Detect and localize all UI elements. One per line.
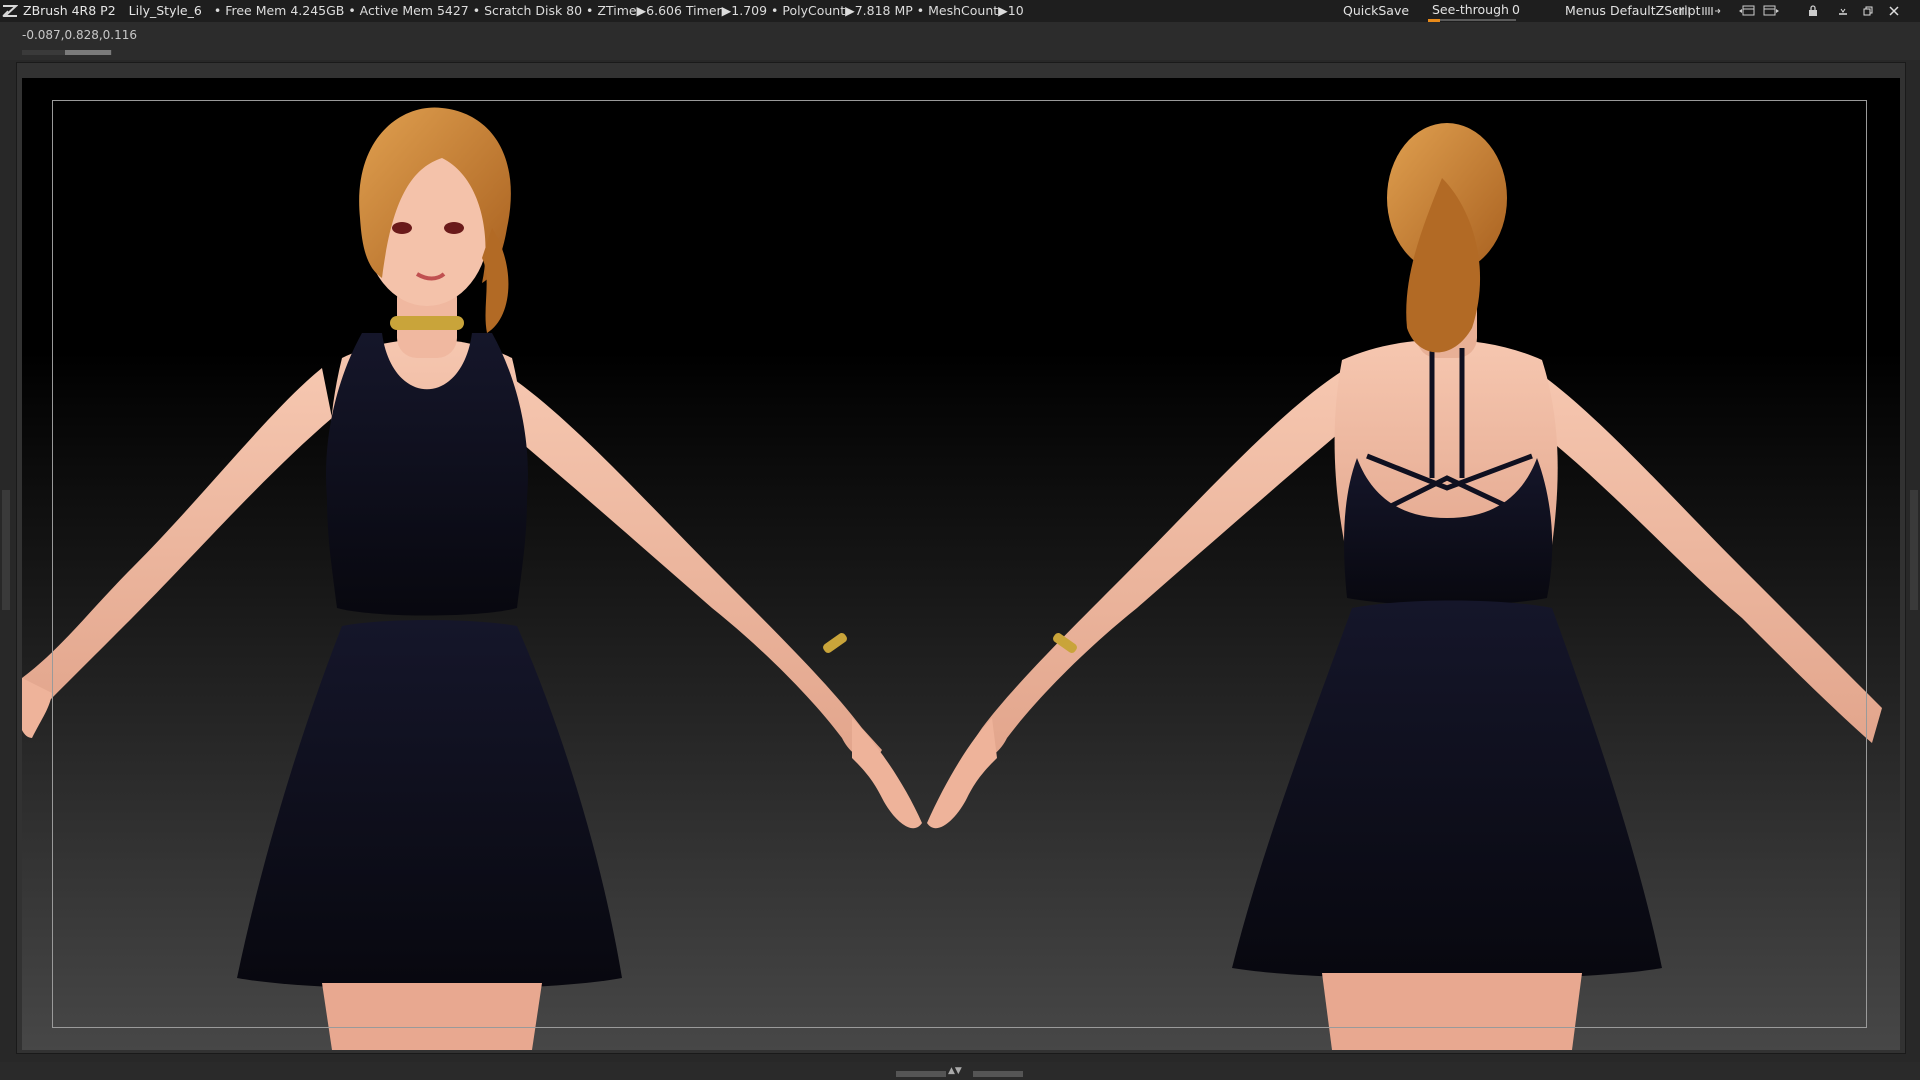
alternate-layout-icon[interactable]: [1760, 3, 1782, 19]
expand-tray-icon[interactable]: [1700, 3, 1722, 19]
bottom-tray-toggle-icon[interactable]: ▲▼: [948, 1066, 962, 1076]
left-tray-tab[interactable]: [2, 490, 10, 610]
info-slider-knob[interactable]: [65, 50, 111, 55]
restore-icon[interactable]: [1860, 3, 1876, 19]
see-through-label: See-through: [1432, 2, 1509, 17]
info-slider[interactable]: [22, 50, 112, 55]
memory-stats: • Free Mem 4.245GB • Active Mem 5427 • S…: [213, 3, 1024, 18]
bottom-tray-grip-left[interactable]: [896, 1071, 946, 1077]
bottom-tray-grip-right[interactable]: [973, 1071, 1023, 1077]
zbrush-logo-icon[interactable]: [2, 0, 20, 22]
menus-button[interactable]: Menus: [1565, 0, 1606, 22]
document-name: Lily_Style_6: [128, 3, 202, 18]
title-bar-left: ZBrush 4R8 P2 Lily_Style_6 • Free Mem 4.…: [0, 0, 1024, 22]
see-through-value: 0: [1512, 2, 1520, 17]
app-name: ZBrush 4R8 P2: [23, 3, 116, 18]
info-bar: -0.087,0.828,0.116: [0, 22, 1920, 60]
shrink-tray-icon[interactable]: [1673, 3, 1695, 19]
minimize-icon[interactable]: [1835, 3, 1851, 19]
see-through-track: [1428, 19, 1516, 21]
lock-icon[interactable]: [1805, 3, 1821, 19]
quicksave-button[interactable]: QuickSave: [1343, 0, 1409, 22]
default-layout-icon[interactable]: [1736, 3, 1758, 19]
cursor-coordinates: -0.087,0.828,0.116: [22, 28, 138, 42]
title-bar: ZBrush 4R8 P2 Lily_Style_6 • Free Mem 4.…: [0, 0, 1920, 22]
see-through-slider[interactable]: See-through 0: [1428, 0, 1538, 22]
right-tray-tab[interactable]: [1910, 490, 1918, 610]
close-icon[interactable]: [1886, 3, 1902, 19]
title-bar-right: QuickSave See-through 0 Menus DefaultZSc…: [1343, 0, 1899, 22]
document-frame: [52, 100, 1867, 1028]
